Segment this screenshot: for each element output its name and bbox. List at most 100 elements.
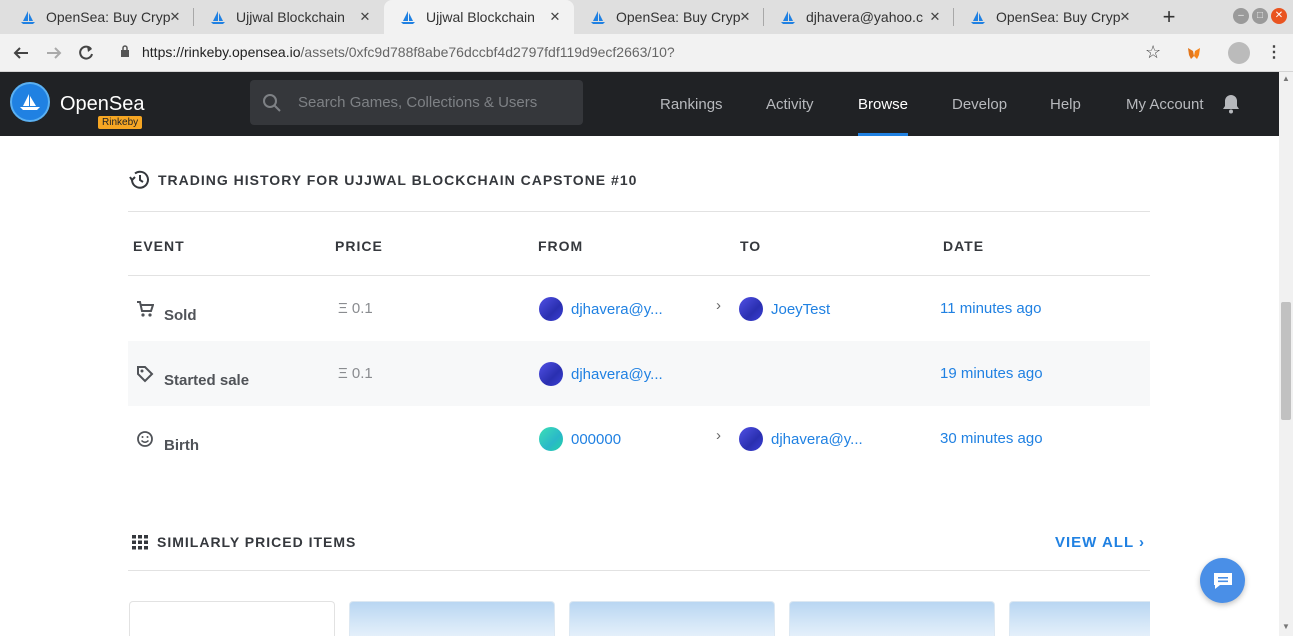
from-user-link[interactable]: djhavera@y... xyxy=(539,362,663,386)
column-header-event: EVENT xyxy=(133,238,185,254)
tab-title: Ujjwal Blockchain xyxy=(236,9,345,25)
back-arrow-icon xyxy=(13,47,28,59)
lock-icon xyxy=(121,45,129,57)
page-scrollbar[interactable]: ▲ ▼ xyxy=(1279,72,1293,636)
avatar xyxy=(539,427,563,451)
date-link[interactable]: 30 minutes ago xyxy=(940,430,1043,447)
tab-title: OpenSea: Buy Cryp xyxy=(46,9,171,25)
item-card[interactable] xyxy=(789,601,995,636)
avatar xyxy=(539,297,563,321)
from-user-link[interactable]: 000000 xyxy=(539,427,621,451)
date-link[interactable]: 11 minutes ago xyxy=(940,300,1041,317)
from-user-link[interactable]: djhavera@y... xyxy=(539,297,663,321)
brand-name[interactable]: OpenSea xyxy=(60,93,145,116)
minimize-button[interactable]: – xyxy=(1233,8,1249,24)
item-card[interactable] xyxy=(349,601,555,636)
browser-tab[interactable]: Ujjwal Blockchain ✕ xyxy=(194,0,384,34)
scroll-thumb[interactable] xyxy=(1281,302,1291,420)
trading-history-heading: TRADING HISTORY FOR UJJWAL BLOCKCHAIN CA… xyxy=(128,169,637,191)
scroll-down-arrow-icon[interactable]: ▼ xyxy=(1281,622,1291,631)
similar-items-title: SIMILARLY PRICED ITEMS xyxy=(157,534,357,550)
scroll-up-arrow-icon[interactable]: ▲ xyxy=(1281,74,1291,83)
item-card[interactable] xyxy=(1009,601,1150,636)
nav-activity[interactable]: Activity xyxy=(766,72,814,136)
maximize-button[interactable]: □ xyxy=(1252,8,1268,24)
avatar xyxy=(739,427,763,451)
network-badge: Rinkeby xyxy=(98,116,143,129)
url-path: /assets/0xfc9d788f8abe76dccbf4d2797fdf11… xyxy=(300,44,675,60)
to-user-link[interactable]: djhavera@y... xyxy=(739,427,863,451)
nav-develop[interactable]: Develop xyxy=(952,72,1007,136)
avatar xyxy=(739,297,763,321)
item-card[interactable] xyxy=(569,601,775,636)
opensea-favicon-icon xyxy=(591,11,605,24)
opensea-favicon-icon xyxy=(211,11,225,24)
browser-tab[interactable]: djhavera@yahoo.c ✕ xyxy=(764,0,954,34)
tab-close-icon[interactable]: ✕ xyxy=(1118,9,1132,25)
event-cell: Started sale xyxy=(136,365,249,389)
item-card[interactable] xyxy=(129,601,335,636)
browser-tab[interactable]: OpenSea: Buy Cryp ✕ xyxy=(4,0,194,34)
tab-title: djhavera@yahoo.c xyxy=(806,9,923,25)
event-label: Birth xyxy=(164,437,199,454)
view-all-link[interactable]: VIEW ALL › xyxy=(1055,534,1145,551)
grid-icon xyxy=(132,534,148,549)
price-cell: Ξ 0.1 xyxy=(338,365,373,382)
back-button[interactable] xyxy=(9,41,33,65)
browser-tab-active[interactable]: Ujjwal Blockchain ✕ xyxy=(384,0,574,34)
nav-browse[interactable]: Browse xyxy=(858,72,909,136)
column-header-to: TO xyxy=(740,238,762,254)
url-host: https://rinkeby.opensea.io xyxy=(142,44,301,60)
browser-tab-strip: OpenSea: Buy Cryp ✕ Ujjwal Blockchain ✕ … xyxy=(0,0,1293,34)
chevron-right-icon: › xyxy=(716,427,721,444)
tag-icon xyxy=(137,366,154,383)
chat-bubble-icon xyxy=(1213,572,1232,589)
browser-toolbar: https://rinkeby.opensea.io/assets/0xfc9d… xyxy=(0,34,1293,72)
price-cell: Ξ 0.1 xyxy=(338,300,373,317)
avatar xyxy=(539,362,563,386)
tab-title: OpenSea: Buy Cryp xyxy=(616,9,741,25)
tab-title: Ujjwal Blockchain xyxy=(426,9,535,25)
column-header-from: FROM xyxy=(538,238,584,254)
opensea-logo-icon[interactable] xyxy=(10,82,50,122)
divider xyxy=(128,211,1150,212)
to-user-link[interactable]: JoeyTest xyxy=(739,297,830,321)
nav-my-account[interactable]: My Account xyxy=(1126,72,1204,136)
tab-close-icon[interactable]: ✕ xyxy=(738,9,752,25)
date-link[interactable]: 19 minutes ago xyxy=(940,365,1043,382)
event-label: Started sale xyxy=(164,372,250,389)
reload-button[interactable] xyxy=(74,41,98,65)
tab-close-icon[interactable]: ✕ xyxy=(928,9,942,25)
history-clock-icon xyxy=(129,170,149,189)
profile-avatar-icon[interactable] xyxy=(1228,42,1250,64)
event-cell: Sold xyxy=(136,300,197,324)
from-username: djhavera@y... xyxy=(571,300,663,318)
chat-button[interactable] xyxy=(1200,558,1245,603)
browser-tab[interactable]: OpenSea: Buy Cryp ✕ xyxy=(574,0,764,34)
address-bar[interactable]: https://rinkeby.opensea.io/assets/0xfc9d… xyxy=(142,44,675,60)
nav-rankings[interactable]: Rankings xyxy=(660,72,723,136)
smiley-icon xyxy=(137,431,153,447)
opensea-favicon-icon xyxy=(781,11,795,24)
browser-menu-icon[interactable]: ⋮ xyxy=(1266,42,1282,62)
window-close-button[interactable]: ✕ xyxy=(1271,8,1287,24)
main-content: TRADING HISTORY FOR UJJWAL BLOCKCHAIN CA… xyxy=(0,136,1279,636)
nav-help[interactable]: Help xyxy=(1050,72,1081,136)
forward-button[interactable] xyxy=(42,41,66,65)
tab-close-icon[interactable]: ✕ xyxy=(168,9,182,25)
opensea-favicon-icon xyxy=(21,11,35,24)
table-row: Birth 000000 › djhavera@y... 30 minutes … xyxy=(128,406,1150,471)
tab-close-icon[interactable]: ✕ xyxy=(548,9,562,25)
site-header: OpenSea Rinkeby Rankings Activity Browse… xyxy=(0,72,1279,136)
tab-close-icon[interactable]: ✕ xyxy=(358,9,372,25)
reload-icon xyxy=(79,45,93,60)
browser-tab[interactable]: OpenSea: Buy Cryp ✕ xyxy=(954,0,1144,34)
from-username: 000000 xyxy=(571,430,622,448)
search-input[interactable] xyxy=(298,80,568,125)
opensea-favicon-icon xyxy=(971,11,985,24)
bookmark-star-icon[interactable]: ☆ xyxy=(1145,42,1161,63)
new-tab-button[interactable]: + xyxy=(1158,4,1180,30)
notification-bell-icon[interactable] xyxy=(1222,94,1240,114)
table-row: Started sale Ξ 0.1 djhavera@y... 19 minu… xyxy=(128,341,1150,406)
metamask-fox-icon[interactable] xyxy=(1186,45,1202,61)
